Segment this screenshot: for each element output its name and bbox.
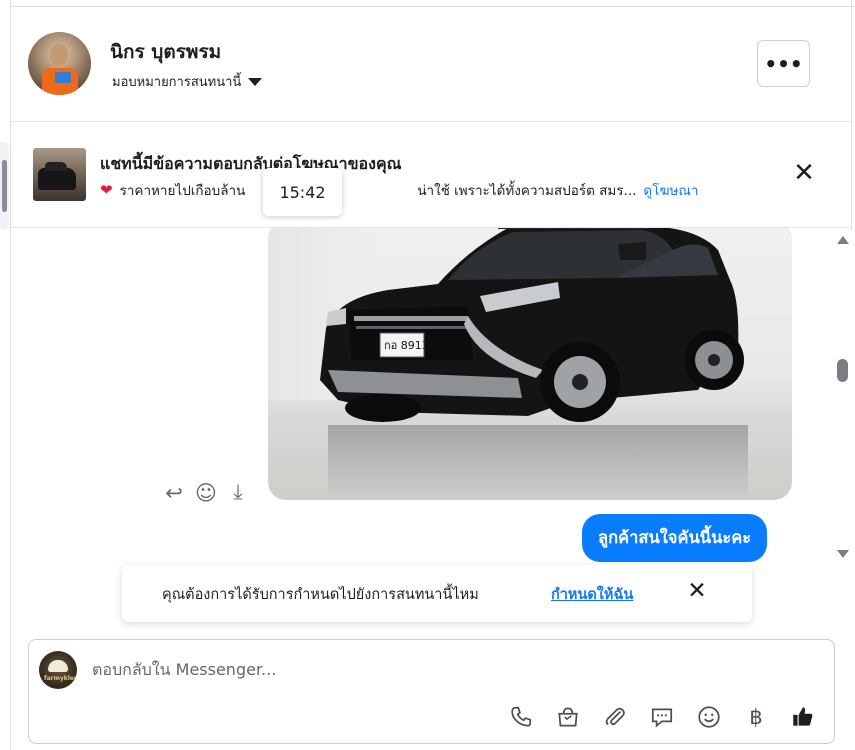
ad-banner-description: ❤ ราคาหายไปเกือบล้าน น่าใช้ เพราะได้ทั้ง…	[100, 179, 698, 201]
more-options-button[interactable]: •••	[757, 40, 810, 87]
scrollbar-thumb[interactable]	[837, 359, 848, 382]
license-plate-text: กอ 8913	[384, 339, 429, 352]
scroll-down-arrow-icon[interactable]	[837, 550, 849, 558]
assign-to-me-link[interactable]: กำหนดให้ฉัน	[551, 583, 633, 606]
resize-grip[interactable]	[2, 160, 7, 212]
contact-avatar[interactable]	[28, 32, 91, 95]
timestamp-tooltip: 15:42	[263, 168, 342, 216]
panel-resize-handle[interactable]	[0, 142, 9, 230]
page-logo-shape	[48, 660, 68, 672]
react-emoji-icon[interactable]: ☺	[195, 481, 217, 505]
thumbs-up-icon[interactable]	[789, 703, 817, 731]
paperclip-icon[interactable]	[601, 703, 629, 731]
assign-label: มอบหมายการสนทนานี้	[112, 75, 242, 90]
message-actions: ↩ ☺ ⤓	[163, 480, 249, 505]
avatar-card	[55, 72, 71, 83]
assign-conversation-dropdown[interactable]: มอบหมายการสนทนานี้	[112, 71, 263, 92]
ad-banner-title: แชทนี้มีข้อความตอบกลับต่อโฆษณาของคุณ	[100, 154, 402, 173]
assign-prompt-text: คุณต้องการได้รับการกำหนดไปยังการสนทนานี้…	[162, 587, 479, 603]
car-illustration: กอ 8913	[320, 228, 744, 422]
avatar-head	[50, 44, 68, 66]
ad-thumbnail[interactable]	[33, 148, 86, 201]
car-photo-message[interactable]: กอ 8913	[268, 228, 792, 500]
close-icon[interactable]: ✕	[685, 579, 709, 603]
ad-description-end: น่าใช้ เพราะได้ทั้งความสปอร์ต สมร...	[417, 183, 637, 199]
saved-reply-icon[interactable]	[648, 703, 676, 731]
download-icon[interactable]: ⤓	[227, 480, 249, 505]
baht-icon[interactable]: ฿	[742, 703, 770, 731]
shop-bag-icon[interactable]	[554, 703, 582, 731]
outgoing-message-bubble[interactable]: ลูกค้าสนใจคันนี้นะคะ	[582, 514, 768, 562]
heart-icon: ❤	[100, 181, 113, 199]
reply-icon[interactable]: ↩	[163, 481, 185, 505]
page-logo-text: farmyklen	[44, 675, 77, 682]
ad-thumbnail-car	[38, 162, 76, 190]
page-avatar: farmyklen	[39, 651, 77, 689]
phone-icon[interactable]	[507, 703, 535, 731]
composer-toolbar: ฿	[507, 703, 817, 731]
reply-composer: farmyklen ฿	[28, 639, 835, 744]
conversation-header: นิกร บุตรพรม มอบหมายการสนทนานี้ •••	[11, 7, 851, 122]
view-ad-link[interactable]: ดูโฆษณา	[643, 179, 698, 201]
panel-right-border	[851, 0, 852, 230]
reply-input[interactable]	[92, 660, 692, 679]
scroll-up-arrow-icon[interactable]	[837, 236, 849, 244]
emoji-icon[interactable]	[695, 703, 723, 731]
ad-reply-banner: แชทนี้มีข้อความตอบกลับต่อโฆษณาของคุณ ❤ ร…	[11, 122, 851, 228]
messenger-conversation-panel: นิกร บุตรพรม มอบหมายการสนทนานี้ ••• แชทน…	[0, 0, 855, 750]
assign-to-me-prompt: คุณต้องการได้รับการกำหนดไปยังการสนทนานี้…	[122, 565, 752, 622]
ad-description-start: ราคาหายไปเกือบล้าน	[119, 183, 246, 199]
close-icon[interactable]: ✕	[791, 160, 817, 186]
caret-down-icon	[248, 78, 263, 86]
contact-name[interactable]: นิกร บุตรพรม	[110, 37, 221, 67]
